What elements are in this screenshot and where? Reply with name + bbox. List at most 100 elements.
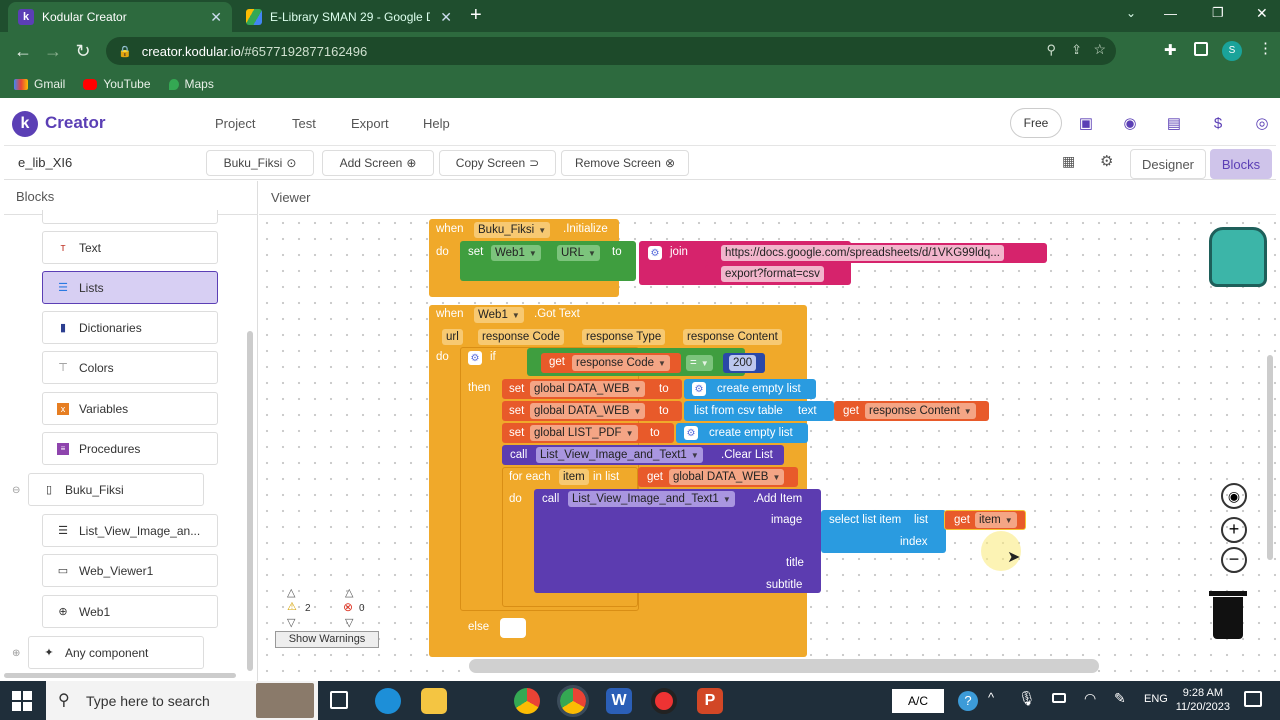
error-down-arrow-icon[interactable]: ▽ (345, 616, 353, 629)
error-up-arrow-icon[interactable]: △ (345, 586, 353, 599)
mutator-gear-icon[interactable]: ⚙ (692, 382, 706, 396)
bookmark-gmail[interactable]: Gmail (14, 77, 65, 91)
backpack-icon[interactable] (1209, 227, 1267, 287)
screen-select[interactable]: Buku_Fiksi ⊙ (206, 150, 314, 176)
operator-dropdown[interactable]: = ▼ (686, 355, 713, 371)
any-component[interactable]: ✦ Any component (28, 636, 204, 669)
component-web1[interactable]: ⊕ Web1 (42, 595, 218, 628)
notifications-icon[interactable] (1244, 691, 1262, 707)
workspace-hscrollbar[interactable] (469, 659, 1099, 673)
component-listview[interactable]: ☰ List_View_Image_an... (42, 514, 218, 547)
help-icon[interactable]: ? (958, 691, 978, 711)
profile-avatar[interactable]: S (1222, 41, 1242, 61)
close-tab-icon[interactable]: ✕ (440, 9, 452, 26)
param-url[interactable]: url (442, 329, 463, 345)
variable-dropdown[interactable]: global LIST_PDF ▼ (530, 425, 638, 441)
component-webviewer[interactable]: ▭ Web_Viewer1 (42, 554, 218, 587)
kodular-logo-icon[interactable]: k (12, 111, 38, 137)
trash-icon[interactable] (1213, 597, 1243, 639)
palette-item-procedures[interactable]: ≡ Procedures (42, 432, 218, 465)
share-icon[interactable]: ⇪ (1071, 42, 1082, 58)
variable-dropdown[interactable]: response Code ▼ (572, 355, 670, 371)
reload-icon[interactable]: ↻ (68, 36, 98, 66)
mutator-gear-icon[interactable]: ⚙ (648, 246, 662, 260)
warning-up-arrow-icon[interactable]: △ (287, 586, 295, 599)
url-input[interactable]: 🔒 creator.kodular.io/#6577192877162496 ⚲… (106, 37, 1116, 65)
dollar-icon[interactable]: $ (1208, 114, 1228, 134)
palette-item-colors[interactable]: ⊤ Colors (42, 351, 218, 384)
component-dropdown[interactable]: Web1 ▼ (491, 245, 541, 261)
property-dropdown[interactable]: URL ▼ (557, 245, 600, 261)
variable-dropdown[interactable]: response Content ▼ (865, 403, 976, 419)
zoom-icon[interactable]: ⚲ (1046, 42, 1056, 58)
component-screen[interactable]: ▯ Buku_Fiksi (28, 473, 204, 506)
menu-test[interactable]: Test (292, 116, 316, 131)
new-tab-plus-icon[interactable]: + (470, 4, 482, 27)
minimize-icon[interactable]: — (1164, 6, 1177, 21)
file-explorer-icon[interactable] (421, 688, 447, 714)
edge-icon[interactable] (375, 688, 401, 714)
language-indicator[interactable]: ENG (1144, 693, 1168, 705)
folder-star-icon[interactable]: ▣ (1076, 114, 1096, 134)
variable-dropdown[interactable]: item ▼ (975, 512, 1017, 528)
zoom-out-icon[interactable]: − (1221, 547, 1247, 573)
loop-variable[interactable]: item (559, 469, 589, 485)
workspace-vscrollbar[interactable] (1267, 355, 1273, 560)
menu-project[interactable]: Project (215, 116, 255, 131)
plan-button[interactable]: Free (1010, 108, 1062, 138)
chrome-icon[interactable] (514, 688, 540, 714)
word-icon[interactable]: W (606, 688, 632, 714)
account-icon[interactable]: ◎ (1252, 114, 1272, 134)
expand-toggle-icon[interactable]: ⊕ (12, 648, 20, 659)
variable-dropdown[interactable]: global DATA_WEB ▼ (669, 469, 785, 485)
gallery-icon[interactable]: ▦ (1062, 153, 1075, 170)
palette-item-dictionaries[interactable]: ▮ Dictionaries (42, 311, 218, 344)
set-property-block[interactable] (460, 241, 636, 281)
powerpoint-icon[interactable]: P (697, 688, 723, 714)
mutator-gear-icon[interactable]: ⚙ (684, 426, 698, 440)
mutator-gear-icon[interactable]: ⚙ (468, 351, 482, 365)
param-response-content[interactable]: response Content (683, 329, 782, 345)
task-view-icon[interactable] (330, 691, 348, 709)
record-icon[interactable] (651, 688, 677, 714)
tray-chevron-icon[interactable]: ^ (988, 690, 994, 705)
show-warnings-button[interactable]: Show Warnings (275, 631, 379, 648)
remove-screen-button[interactable]: Remove Screen ⊗ (561, 150, 689, 176)
library-icon[interactable]: ▤ (1164, 114, 1184, 134)
variable-dropdown[interactable]: global DATA_WEB ▼ (530, 381, 646, 397)
bookmark-star-icon[interactable]: ☆ (1093, 41, 1106, 58)
menu-help[interactable]: Help (423, 116, 450, 131)
param-response-code[interactable]: response Code (478, 329, 564, 345)
palette-scrollbar[interactable] (247, 331, 253, 671)
component-dropdown[interactable]: Buku_Fiksi ▼ (474, 222, 551, 238)
palette-item-lists[interactable]: ☰ Lists (42, 271, 218, 304)
component-dropdown[interactable]: List_View_Image_and_Text1 ▼ (536, 447, 703, 463)
forward-arrow-icon[interactable]: → (38, 36, 68, 66)
browser-menu-icon[interactable]: ⋮ (1258, 39, 1273, 57)
bookmark-maps[interactable]: Maps (168, 77, 214, 91)
collapse-toggle-icon[interactable]: ⊖ (12, 485, 20, 496)
wifi-icon[interactable]: ◠ (1084, 690, 1096, 707)
palette-item-partial[interactable] (42, 210, 218, 224)
taskbar-search-input[interactable]: ⚲ Type here to search (46, 681, 318, 720)
recenter-icon[interactable]: ◉ (1221, 483, 1247, 509)
tab-search-chevron-icon[interactable]: ⌄ (1126, 6, 1136, 20)
keyboard-indicator[interactable]: A/C (892, 689, 944, 713)
side-panel-icon[interactable] (1194, 42, 1208, 56)
number-value[interactable]: 200 (729, 355, 757, 371)
palette-icon[interactable]: ◉ (1120, 114, 1140, 134)
system-clock[interactable]: 9:28 AM 11/20/2023 (1176, 686, 1230, 714)
settings-gear-icon[interactable]: ⚙ (1100, 152, 1113, 170)
palette-item-text[interactable]: ᴛ Text (42, 231, 218, 264)
component-dropdown[interactable]: List_View_Image_and_Text1 ▼ (568, 491, 735, 507)
back-arrow-icon[interactable]: ← (8, 36, 38, 66)
close-tab-icon[interactable]: ✕ (210, 9, 222, 26)
tab-kodular[interactable]: k Kodular Creator ✕ (8, 2, 232, 32)
chrome-active-icon[interactable] (557, 685, 589, 717)
extensions-icon[interactable]: ✚ (1164, 41, 1177, 59)
zoom-in-icon[interactable]: + (1221, 517, 1247, 543)
blocks-workspace[interactable]: when Buku_Fiksi ▼ .Initialize do set Web1… (259, 215, 1276, 681)
palette-item-variables[interactable]: x Variables (42, 392, 218, 425)
palette-hscrollbar[interactable] (4, 673, 236, 678)
text-value[interactable]: export?format=csv (721, 266, 824, 282)
